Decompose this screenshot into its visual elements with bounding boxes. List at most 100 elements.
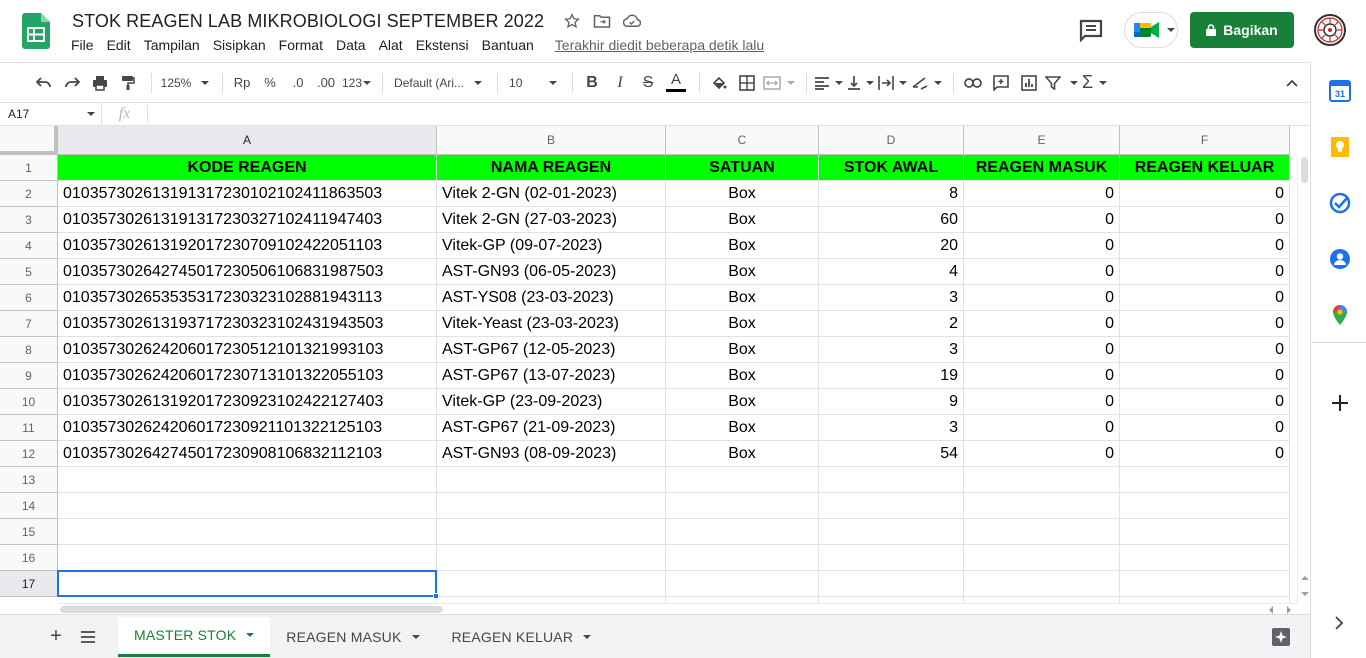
- currency-format-button[interactable]: Rp: [230, 69, 254, 97]
- expand-panel-icon[interactable]: [1333, 616, 1345, 630]
- empty-cell[interactable]: [1120, 493, 1290, 519]
- table-cell[interactable]: 0: [1120, 441, 1290, 467]
- filter-icon[interactable]: [1045, 69, 1079, 97]
- table-cell[interactable]: Box: [666, 337, 819, 363]
- table-cell[interactable]: 4: [819, 259, 964, 285]
- column-header[interactable]: D: [819, 126, 964, 155]
- table-cell[interactable]: Box: [666, 415, 819, 441]
- empty-cell[interactable]: [58, 519, 437, 545]
- row-header[interactable]: 6: [0, 285, 58, 311]
- add-sheet-icon[interactable]: +: [42, 623, 70, 651]
- vertical-align-icon[interactable]: [847, 69, 875, 97]
- insert-chart-icon[interactable]: [1017, 69, 1041, 97]
- table-cell[interactable]: AST-GP67 (12-05-2023): [437, 337, 666, 363]
- star-icon[interactable]: [562, 11, 582, 31]
- menu-format[interactable]: Format: [279, 37, 323, 53]
- empty-cell[interactable]: [819, 493, 964, 519]
- meet-button[interactable]: [1124, 12, 1178, 48]
- table-cell[interactable]: 0: [1120, 311, 1290, 337]
- table-cell[interactable]: 0: [964, 233, 1120, 259]
- merge-cells-icon[interactable]: [763, 69, 796, 97]
- table-cell[interactable]: 0: [1120, 181, 1290, 207]
- row-header[interactable]: 1: [0, 155, 58, 181]
- empty-cell[interactable]: [964, 519, 1120, 545]
- move-folder-icon[interactable]: [592, 11, 612, 31]
- more-formats-select[interactable]: 123: [342, 69, 372, 97]
- account-avatar[interactable]: [1314, 14, 1346, 46]
- table-cell[interactable]: 0: [964, 337, 1120, 363]
- table-cell[interactable]: Vitek-GP (23-09-2023): [437, 389, 666, 415]
- sheet-tab-master-stok[interactable]: MASTER STOK: [118, 616, 271, 657]
- table-cell[interactable]: 2: [819, 311, 964, 337]
- all-sheets-icon[interactable]: [74, 623, 102, 651]
- sheets-logo-icon[interactable]: [22, 13, 50, 49]
- fill-handle[interactable]: [433, 593, 439, 599]
- zoom-select[interactable]: 125%: [159, 69, 211, 97]
- table-cell[interactable]: Box: [666, 233, 819, 259]
- borders-icon[interactable]: [735, 69, 759, 97]
- table-cell[interactable]: Vitek-GP (09-07-2023): [437, 233, 666, 259]
- empty-cell[interactable]: [58, 493, 437, 519]
- table-cell[interactable]: AST-GN93 (08-09-2023): [437, 441, 666, 467]
- increase-decimal-button[interactable]: .00: [314, 69, 338, 97]
- row-header[interactable]: 11: [0, 415, 58, 441]
- table-cell[interactable]: 0: [1120, 389, 1290, 415]
- column-header[interactable]: B: [437, 126, 666, 155]
- empty-cell[interactable]: [964, 493, 1120, 519]
- table-cell[interactable]: 010357302613191317230327102411947403: [58, 207, 437, 233]
- text-rotation-icon[interactable]: [911, 69, 943, 97]
- table-cell[interactable]: AST-GP67 (13-07-2023): [437, 363, 666, 389]
- keep-icon[interactable]: [1329, 136, 1351, 158]
- row-header[interactable]: 9: [0, 363, 58, 389]
- table-cell[interactable]: Box: [666, 181, 819, 207]
- row-header[interactable]: 4: [0, 233, 58, 259]
- empty-cell[interactable]: [819, 545, 964, 571]
- empty-cell[interactable]: [58, 467, 437, 493]
- table-cell[interactable]: 8: [819, 181, 964, 207]
- menu-insert[interactable]: Sisipkan: [213, 37, 266, 53]
- empty-cell[interactable]: [1120, 467, 1290, 493]
- scroll-up-icon[interactable]: [1301, 575, 1309, 581]
- paint-format-icon[interactable]: [116, 69, 140, 97]
- table-cell[interactable]: 0: [964, 363, 1120, 389]
- table-cell[interactable]: 010357302653535317230323102881943113: [58, 285, 437, 311]
- share-button[interactable]: Bagikan: [1190, 12, 1294, 48]
- table-cell[interactable]: 54: [819, 441, 964, 467]
- empty-cell[interactable]: [666, 571, 819, 597]
- table-cell[interactable]: 0: [964, 259, 1120, 285]
- table-cell[interactable]: 010357302624206017230512101321993103: [58, 337, 437, 363]
- table-cell[interactable]: 0: [1120, 363, 1290, 389]
- header-cell[interactable]: REAGEN KELUAR: [1120, 155, 1290, 181]
- header-cell[interactable]: REAGEN MASUK: [964, 155, 1120, 181]
- empty-cell[interactable]: [666, 519, 819, 545]
- empty-cell[interactable]: [437, 519, 666, 545]
- font-size-select[interactable]: 10: [505, 69, 561, 97]
- table-cell[interactable]: 0: [964, 389, 1120, 415]
- table-cell[interactable]: 0: [964, 415, 1120, 441]
- table-cell[interactable]: 010357302613192017230923102422127403: [58, 389, 437, 415]
- percent-format-button[interactable]: %: [258, 69, 282, 97]
- sheet-tab-reagen-masuk[interactable]: REAGEN MASUK: [270, 617, 435, 657]
- empty-cell[interactable]: [437, 545, 666, 571]
- table-cell[interactable]: 0: [964, 311, 1120, 337]
- menu-tools[interactable]: Alat: [379, 37, 403, 53]
- row-header[interactable]: 7: [0, 311, 58, 337]
- table-cell[interactable]: 010357302642745017230908106832112103: [58, 441, 437, 467]
- tasks-icon[interactable]: [1329, 192, 1351, 214]
- row-header[interactable]: 5: [0, 259, 58, 285]
- menu-extensions[interactable]: Ekstensi: [416, 37, 469, 53]
- chevron-down-icon[interactable]: [583, 634, 592, 639]
- insert-comment-icon[interactable]: [989, 69, 1013, 97]
- empty-cell[interactable]: [964, 571, 1120, 597]
- empty-cell[interactable]: [1120, 545, 1290, 571]
- last-edit-link[interactable]: Terakhir diedit beberapa detik lalu: [555, 37, 764, 53]
- chevron-down-icon[interactable]: [411, 634, 420, 639]
- table-cell[interactable]: Box: [666, 441, 819, 467]
- add-addon-icon[interactable]: [1329, 392, 1351, 414]
- formula-input[interactable]: [148, 103, 1310, 125]
- header-cell[interactable]: STOK AWAL: [819, 155, 964, 181]
- row-header[interactable]: 13: [0, 467, 58, 493]
- table-cell[interactable]: 010357302613191317230102102411863503: [58, 181, 437, 207]
- row-header[interactable]: 14: [0, 493, 58, 519]
- header-cell[interactable]: SATUAN: [666, 155, 819, 181]
